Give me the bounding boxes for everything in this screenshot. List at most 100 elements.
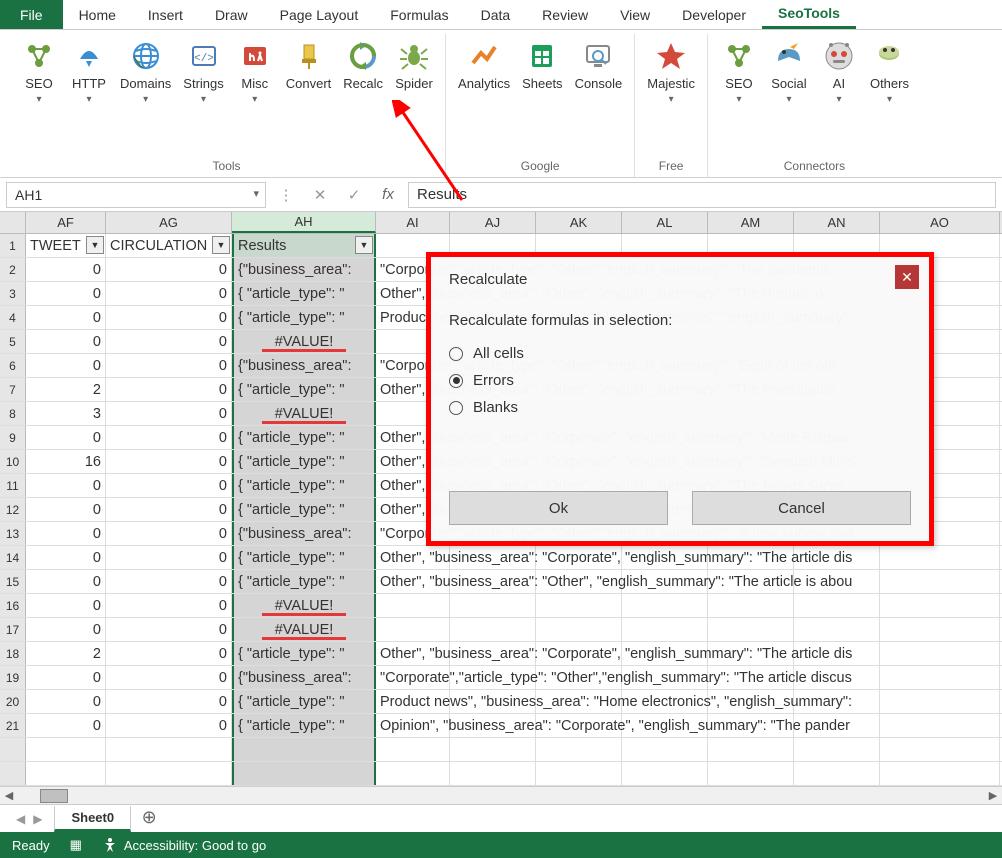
cell-AF18[interactable]: 2 bbox=[26, 642, 106, 665]
cell-AG14[interactable]: 0 bbox=[106, 546, 232, 569]
scroll-thumb[interactable] bbox=[40, 789, 68, 803]
cell-AG15[interactable]: 0 bbox=[106, 570, 232, 593]
cell-AO14[interactable] bbox=[880, 546, 1000, 569]
cell-AI18[interactable]: Other", "business_area": "Corporate", "e… bbox=[376, 642, 450, 665]
cell-empty[interactable] bbox=[376, 738, 450, 761]
cell-AH4[interactable]: { "article_type": " bbox=[232, 306, 376, 329]
cell-AF11[interactable]: 0 bbox=[26, 474, 106, 497]
cell-AM16[interactable] bbox=[708, 594, 794, 617]
cell-AH14[interactable]: { "article_type": " bbox=[232, 546, 376, 569]
cell-AG21[interactable]: 0 bbox=[106, 714, 232, 737]
cell-AF8[interactable]: 3 bbox=[26, 402, 106, 425]
ribbon-console-button[interactable]: Console bbox=[569, 34, 629, 157]
cell-AF1[interactable]: TWEET▼ bbox=[26, 234, 106, 257]
cell-empty[interactable] bbox=[232, 762, 376, 785]
col-header-AG[interactable]: AG bbox=[106, 212, 232, 233]
menu-tab-draw[interactable]: Draw bbox=[199, 0, 264, 29]
row-header[interactable]: 18 bbox=[0, 642, 26, 665]
ribbon-domains-button[interactable]: Domains▾ bbox=[114, 34, 177, 157]
row-header[interactable]: 9 bbox=[0, 426, 26, 449]
horizontal-scrollbar[interactable]: ◀ ▶ bbox=[0, 786, 1002, 804]
cell-empty[interactable] bbox=[26, 762, 106, 785]
cell-AF3[interactable]: 0 bbox=[26, 282, 106, 305]
cell-empty[interactable] bbox=[622, 762, 708, 785]
cell-AF10[interactable]: 16 bbox=[26, 450, 106, 473]
row-header[interactable]: 8 bbox=[0, 402, 26, 425]
cell-AF6[interactable]: 0 bbox=[26, 354, 106, 377]
ribbon-sheets-button[interactable]: Sheets bbox=[516, 34, 568, 157]
row-header[interactable]: 13 bbox=[0, 522, 26, 545]
cell-empty[interactable] bbox=[708, 762, 794, 785]
ribbon-seo-button[interactable]: SEO▾ bbox=[714, 34, 764, 157]
cell-AF16[interactable]: 0 bbox=[26, 594, 106, 617]
cell-AI17[interactable] bbox=[376, 618, 450, 641]
menu-tab-page-layout[interactable]: Page Layout bbox=[264, 0, 375, 29]
cell-AH19[interactable]: {"business_area": bbox=[232, 666, 376, 689]
ribbon-analytics-button[interactable]: Analytics bbox=[452, 34, 516, 157]
fx-icon[interactable]: fx bbox=[374, 182, 402, 208]
ribbon-social-button[interactable]: Social▾ bbox=[764, 34, 814, 157]
cell-empty[interactable] bbox=[536, 762, 622, 785]
cell-AH13[interactable]: {"business_area": bbox=[232, 522, 376, 545]
cell-empty[interactable] bbox=[106, 762, 232, 785]
menu-tab-view[interactable]: View bbox=[604, 0, 666, 29]
cell-AH1[interactable]: Results▼ bbox=[232, 234, 376, 257]
cell-empty[interactable] bbox=[794, 762, 880, 785]
select-all-corner[interactable] bbox=[0, 212, 26, 233]
cell-AI16[interactable] bbox=[376, 594, 450, 617]
formula-expand-icon[interactable]: ⋮ bbox=[272, 182, 300, 208]
cell-AG5[interactable]: 0 bbox=[106, 330, 232, 353]
cell-AI14[interactable]: Other", "business_area": "Corporate", "e… bbox=[376, 546, 450, 569]
ribbon-http-button[interactable]: HTTP▾ bbox=[64, 34, 114, 157]
row-header[interactable]: 10 bbox=[0, 450, 26, 473]
cell-AF14[interactable]: 0 bbox=[26, 546, 106, 569]
cell-AO16[interactable] bbox=[880, 594, 1000, 617]
row-header[interactable]: 11 bbox=[0, 474, 26, 497]
filter-button[interactable]: ▼ bbox=[212, 236, 230, 254]
row-header[interactable]: 6 bbox=[0, 354, 26, 377]
cell-AO18[interactable] bbox=[880, 642, 1000, 665]
cell-AG12[interactable]: 0 bbox=[106, 498, 232, 521]
row-header[interactable]: 16 bbox=[0, 594, 26, 617]
cell-AF17[interactable]: 0 bbox=[26, 618, 106, 641]
cell-AF2[interactable]: 0 bbox=[26, 258, 106, 281]
cell-AG17[interactable]: 0 bbox=[106, 618, 232, 641]
scroll-right-icon[interactable]: ▶ bbox=[984, 789, 1002, 802]
cell-AH11[interactable]: { "article_type": " bbox=[232, 474, 376, 497]
menu-tab-file[interactable]: File bbox=[0, 0, 63, 29]
menu-tab-data[interactable]: Data bbox=[465, 0, 527, 29]
cell-AH2[interactable]: {"business_area": bbox=[232, 258, 376, 281]
row-header[interactable]: 4 bbox=[0, 306, 26, 329]
cell-AO20[interactable] bbox=[880, 690, 1000, 713]
cell-empty[interactable] bbox=[880, 738, 1000, 761]
cell-empty[interactable] bbox=[622, 738, 708, 761]
ribbon-recalc-button[interactable]: Recalc bbox=[337, 34, 389, 157]
cell-AK16[interactable] bbox=[536, 594, 622, 617]
col-header-AJ[interactable]: AJ bbox=[450, 212, 536, 233]
col-header-AF[interactable]: AF bbox=[26, 212, 106, 233]
row-header[interactable]: 12 bbox=[0, 498, 26, 521]
cell-AM17[interactable] bbox=[708, 618, 794, 641]
cell-AH8[interactable]: #VALUE! bbox=[232, 402, 376, 425]
cell-AG18[interactable]: 0 bbox=[106, 642, 232, 665]
cell-AG16[interactable]: 0 bbox=[106, 594, 232, 617]
menu-tab-seotools[interactable]: SeoTools bbox=[762, 0, 856, 29]
cell-AH9[interactable]: { "article_type": " bbox=[232, 426, 376, 449]
menu-tab-formulas[interactable]: Formulas bbox=[374, 0, 464, 29]
menu-tab-home[interactable]: Home bbox=[63, 0, 132, 29]
cell-empty[interactable] bbox=[26, 738, 106, 761]
enter-icon[interactable]: ✓ bbox=[340, 182, 368, 208]
cell-AG3[interactable]: 0 bbox=[106, 282, 232, 305]
cell-AI20[interactable]: Product news", "business_area": "Home el… bbox=[376, 690, 450, 713]
cell-AH17[interactable]: #VALUE! bbox=[232, 618, 376, 641]
cell-AG7[interactable]: 0 bbox=[106, 378, 232, 401]
cell-AF15[interactable]: 0 bbox=[26, 570, 106, 593]
col-header-AK[interactable]: AK bbox=[536, 212, 622, 233]
cell-AF4[interactable]: 0 bbox=[26, 306, 106, 329]
ribbon-seo-button[interactable]: SEO▾ bbox=[14, 34, 64, 157]
cell-AG4[interactable]: 0 bbox=[106, 306, 232, 329]
menu-tab-review[interactable]: Review bbox=[526, 0, 604, 29]
name-box[interactable]: AH1 bbox=[6, 182, 266, 208]
formula-input[interactable]: Results bbox=[408, 182, 996, 208]
cell-empty[interactable] bbox=[708, 738, 794, 761]
